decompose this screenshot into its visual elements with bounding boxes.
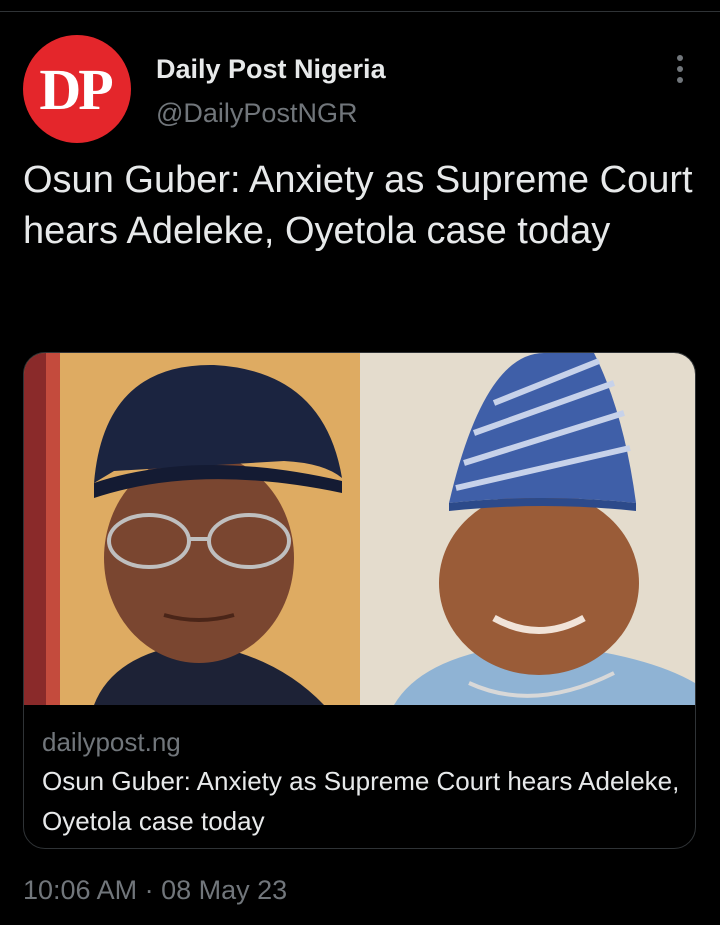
more-dot bbox=[677, 66, 683, 72]
more-vertical-icon[interactable] bbox=[664, 50, 696, 88]
tweet-text: Osun Guber: Anxiety as Supreme Court hea… bbox=[23, 159, 693, 252]
avatar[interactable]: DP bbox=[23, 35, 131, 143]
link-card-meta[interactable]: dailypost.ng Osun Guber: Anxiety as Supr… bbox=[42, 725, 682, 841]
link-card[interactable]: dailypost.ng Osun Guber: Anxiety as Supr… bbox=[23, 352, 696, 849]
user-handle[interactable]: @DailyPostNGR bbox=[156, 96, 357, 130]
tweet-timestamp[interactable]: 10:06 AM · 08 May 23 bbox=[23, 873, 287, 907]
tweet-date: 08 May 23 bbox=[161, 875, 288, 905]
display-name[interactable]: Daily Post Nigeria bbox=[156, 52, 386, 86]
avatar-logo-text: DP bbox=[39, 56, 113, 122]
more-dot bbox=[677, 55, 683, 61]
more-dot bbox=[677, 77, 683, 83]
link-card-image[interactable] bbox=[24, 353, 695, 705]
tweet-time: 10:06 AM bbox=[23, 875, 138, 905]
timestamp-separator: · bbox=[144, 875, 154, 905]
top-divider bbox=[0, 11, 720, 12]
link-card-title: Osun Guber: Anxiety as Supreme Court hea… bbox=[42, 766, 680, 836]
link-card-domain: dailypost.ng bbox=[42, 727, 181, 757]
